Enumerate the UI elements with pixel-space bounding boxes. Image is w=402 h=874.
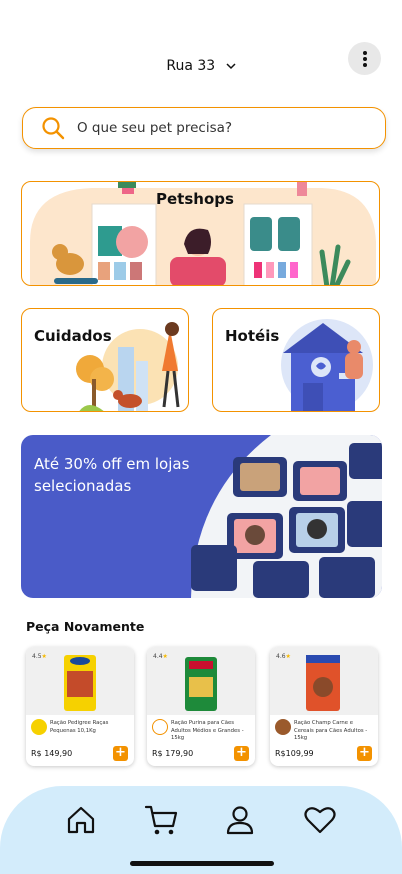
category-title-cuidados: Cuidados [34, 327, 112, 345]
more-options-button[interactable] [348, 42, 381, 75]
search-icon [42, 117, 65, 140]
brand-logo [275, 719, 291, 735]
address-selector[interactable]: Rua 33 [0, 58, 402, 74]
category-title-hoteis: Hotéis [225, 327, 280, 345]
address-label: Rua 33 [166, 58, 216, 74]
home-icon [67, 806, 95, 834]
product-name: Ração Champ Carne e Cereais para Cães Ad… [294, 720, 368, 741]
search-bar[interactable] [22, 107, 386, 149]
product-rating: 4.5★ [32, 653, 47, 660]
search-input[interactable] [77, 120, 357, 136]
reorder-section-title: Peça Novamente [26, 619, 145, 634]
nav-profile-button[interactable] [223, 803, 257, 837]
nav-cart-button[interactable] [144, 803, 178, 837]
home-indicator [130, 861, 274, 866]
category-card-hoteis[interactable]: Hotéis [212, 308, 380, 412]
product-card[interactable]: 4.6★ Ração Champ Carne e Cereais para Cã… [270, 647, 378, 766]
nav-favorites-button[interactable] [303, 803, 337, 837]
heart-icon [304, 807, 336, 834]
promo-banner[interactable]: Até 30% off em lojas selecionadas [21, 435, 382, 598]
product-price: R$109,99 [275, 749, 314, 758]
hotel-illustration [281, 319, 373, 411]
cart-icon [144, 805, 178, 835]
care-illustration [76, 322, 180, 411]
product-rating: 4.4★ [153, 653, 168, 660]
product-price: R$ 149,90 [31, 749, 73, 758]
product-rating: 4.6★ [276, 653, 291, 660]
product-card[interactable]: 4.5★ Ração Pedigree Raças Pequenas 10,1K… [26, 647, 134, 766]
category-card-petshops[interactable]: Petshops [21, 181, 380, 286]
profile-icon [226, 806, 254, 835]
add-to-cart-button[interactable]: + [113, 746, 128, 761]
brand-logo [152, 719, 168, 735]
product-price: R$ 179,90 [152, 749, 194, 758]
add-to-cart-button[interactable]: + [357, 746, 372, 761]
category-title-petshops: Petshops [156, 190, 234, 208]
product-card[interactable]: 4.4★ Ração Purina para Cães Adultos Médi… [147, 647, 255, 766]
add-to-cart-button[interactable]: + [234, 746, 249, 761]
product-name: Ração Purina para Cães Adultos Médios e … [171, 720, 244, 741]
brand-logo [31, 719, 47, 735]
nav-home-button[interactable] [64, 803, 98, 837]
promo-text: Até 30% off em lojas selecionadas [34, 455, 190, 495]
product-name: Ração Pedigree Raças Pequenas 10,1Kg [50, 720, 109, 734]
chevron-down-icon [226, 58, 236, 74]
category-card-cuidados[interactable]: Cuidados [21, 308, 189, 412]
more-vertical-icon [362, 50, 367, 67]
